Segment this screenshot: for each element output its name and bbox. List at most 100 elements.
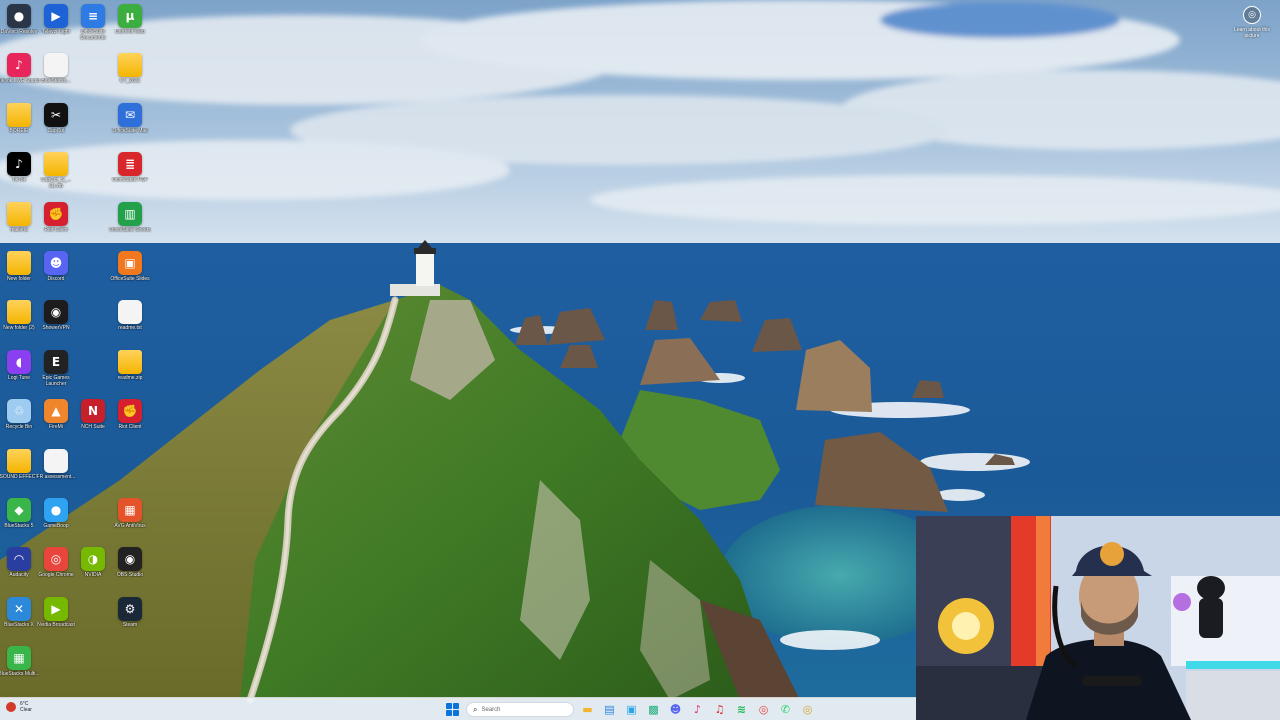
desktop-icon[interactable]: BlueStacks...	[37, 53, 75, 101]
windows-logo-icon	[453, 703, 459, 709]
desktop-icon-label: ShowerVPN	[42, 325, 70, 332]
desktop-icon[interactable]: ▦ AVG AntiVirus	[111, 498, 149, 546]
webcam-overlay	[916, 516, 1280, 720]
desktop-icon-label: BlueStacks...	[41, 78, 71, 85]
photos-icon[interactable]: ▩	[645, 701, 662, 718]
desktop-icon[interactable]: ♲ Recycle Bin	[0, 399, 38, 447]
desktop-icon[interactable]: ≡ OfficeSuite Documents	[74, 4, 112, 52]
folder-icon	[7, 251, 31, 275]
desktop-icon[interactable]: ● GameBoop	[37, 498, 75, 546]
desktop-icon-label: CapCut_S_... (1).zip	[40, 177, 72, 190]
desktop-icon-label: Utorrent Web	[115, 29, 145, 35]
search-icon: ⌕	[473, 704, 478, 714]
folder-icon	[7, 448, 31, 473]
desktop-icon[interactable]: FR assessment...	[36, 448, 76, 497]
desktop-icon[interactable]: ✉ OfficeSuite Mail	[111, 102, 149, 151]
desktop-icon-label: Steam	[122, 621, 138, 628]
desktop-icon[interactable]: ⚙ Steam	[111, 596, 149, 645]
desktop-icon[interactable]: New folder (2)	[0, 300, 38, 348]
desktop-icon[interactable]: ✊ Riot Client	[37, 201, 75, 250]
desktop-icon[interactable]: ≣ OfficeSuite PDF	[111, 152, 149, 200]
desktop-icon[interactable]: ▶ Nvidia Broadcast	[37, 596, 75, 645]
search-placeholder: Search	[481, 706, 501, 713]
desktop-icon[interactable]: ☻ Discord	[37, 251, 75, 299]
officesuite-mail-icon: ✉	[118, 102, 142, 127]
capcut-icon: ✂	[44, 102, 68, 127]
desktop-icon[interactable]: E Epic Games Launcher	[37, 349, 75, 398]
desktop-icon-label: OfficeSuite PDF	[112, 177, 148, 184]
desktop-icon[interactable]: ◆ BlueStacks 5	[0, 498, 38, 546]
officesuite-sheets-icon: ▥	[118, 201, 142, 226]
audacity-icon: ◠	[7, 547, 31, 572]
desktop-icon[interactable]: readme.txt	[111, 300, 149, 348]
taskbar-pinned-apps: ▬ ▤ ▣ ▩ ☻ ♪ ♫ ≋ ◎ ✆ ◎	[579, 701, 816, 718]
desktop-icon-label: AVG AntiVirus	[114, 523, 146, 529]
desktop-icon[interactable]: ✊ Riot Client	[111, 399, 149, 447]
desktop-icon[interactable]: ✂ CapCut	[37, 102, 75, 151]
text-file-icon	[118, 300, 142, 325]
desktop-icon[interactable]: ▲ FireMi	[37, 399, 75, 447]
windows-logo-icon	[446, 703, 452, 709]
weather-description: Clear	[20, 707, 32, 713]
chrome-alt-icon[interactable]: ◎	[799, 701, 816, 718]
desktop-icon-grid: ● DaVinci Resolve ▶ Televzr Light ≡ OfficeSui…	[0, 0, 160, 700]
desktop-icon[interactable]: ♪ TikTok	[0, 152, 38, 200]
desktop-icon[interactable]: ♪ TikTok LIVE Studio	[0, 53, 40, 101]
officesuite-pdf-icon: ≣	[118, 152, 142, 177]
taskbar-search-box[interactable]: ⌕ Search	[466, 702, 574, 717]
desktop-icon-label: FR assessment...	[36, 473, 76, 480]
tiktok-live-icon[interactable]: ♪	[689, 701, 706, 718]
riot-client-icon: ✊	[44, 201, 68, 226]
desktop-icon[interactable]: ◠ Audacity	[0, 547, 38, 595]
desktop-icon[interactable]: readme.zip	[111, 349, 149, 398]
desktop-icon-label: Riot Client	[118, 424, 142, 431]
desktop-icon-label: OBS Studio	[116, 572, 144, 579]
vpn-icon: ◉	[44, 300, 68, 325]
desktop-icon[interactable]: ● DaVinci Resolve	[0, 4, 38, 52]
riot-client-icon: ✊	[118, 399, 142, 424]
desktop-icon[interactable]: ◉ ShowerVPN	[37, 300, 75, 348]
nch-suite-icon: N	[81, 399, 105, 424]
chrome-icon[interactable]: ◎	[755, 701, 772, 718]
desktop-icon[interactable]: ◉ OBS Studio	[111, 547, 149, 595]
desktop-icon-label: CapCut	[47, 127, 65, 134]
obs-icon: ◉	[118, 547, 142, 572]
desktop-icon[interactable]: CapCut_S_... (1).zip	[37, 152, 75, 200]
desktop-icon[interactable]: malleria	[0, 201, 38, 250]
desktop-icon-label: Epic Games Launcher	[42, 374, 70, 387]
zip-folder-icon	[118, 349, 142, 374]
desktop-icon[interactable]: ▦ BlueStacks Multi...	[0, 646, 40, 694]
desktop-icon-label: readme.zip	[117, 374, 143, 381]
store-icon[interactable]: ▤	[601, 701, 618, 718]
desktop-icon[interactable]: ▥ OfficeSuite Sheets	[109, 201, 151, 250]
learn-about-picture-label: Learn about this picture	[1234, 27, 1270, 39]
discord-icon[interactable]: ☻	[667, 701, 684, 718]
learn-about-picture-widget[interactable]: ◎ Learn about this picture	[1232, 6, 1272, 39]
desktop-icon[interactable]: ◎ Google Chrome	[37, 547, 75, 595]
desktop-icon[interactable]: New folder	[0, 251, 38, 299]
desktop-icon[interactable]: µ Utorrent Web	[111, 4, 149, 52]
desktop-icon[interactable]: ▶ Televzr Light	[37, 4, 75, 52]
chrome-icon: ◎	[44, 547, 68, 572]
bluestacks-icon: ◆	[7, 498, 31, 522]
start-button[interactable]	[444, 701, 461, 718]
desktop-icon-label: Riot Client	[44, 226, 68, 233]
nvidia-broadcast-icon: ▶	[44, 596, 68, 621]
desktop-icon[interactable]: ◑ NVIDIA	[74, 547, 112, 595]
desktop-icon[interactable]: CT_2021	[111, 53, 149, 101]
desktop-icon[interactable]: ▣ OfficeSuite Slides	[110, 251, 150, 299]
epic-games-icon: E	[44, 349, 68, 374]
whatsapp-icon[interactable]: ✆	[777, 701, 794, 718]
desktop-icon-label: BlueStacks Multi...	[0, 671, 40, 678]
desktop-icon[interactable]: ✕ BlueStacks X	[0, 596, 38, 645]
spotify-icon[interactable]: ≋	[733, 701, 750, 718]
desktop-icon[interactable]: SOUND EFFECT	[0, 448, 38, 497]
weather-widget[interactable]: 6°C Clear	[6, 701, 32, 713]
music-icon[interactable]: ♫	[711, 701, 728, 718]
desktop-icon[interactable]: ◖ Logi Tune	[0, 349, 38, 398]
desktop-icon[interactable]: N NCH Suite	[74, 399, 112, 447]
logi-tune-icon: ◖	[7, 349, 31, 374]
file-explorer-icon[interactable]: ▬	[579, 701, 596, 718]
desktop-icon[interactable]: BOREIE	[0, 102, 38, 151]
capture-icon[interactable]: ▣	[623, 701, 640, 718]
